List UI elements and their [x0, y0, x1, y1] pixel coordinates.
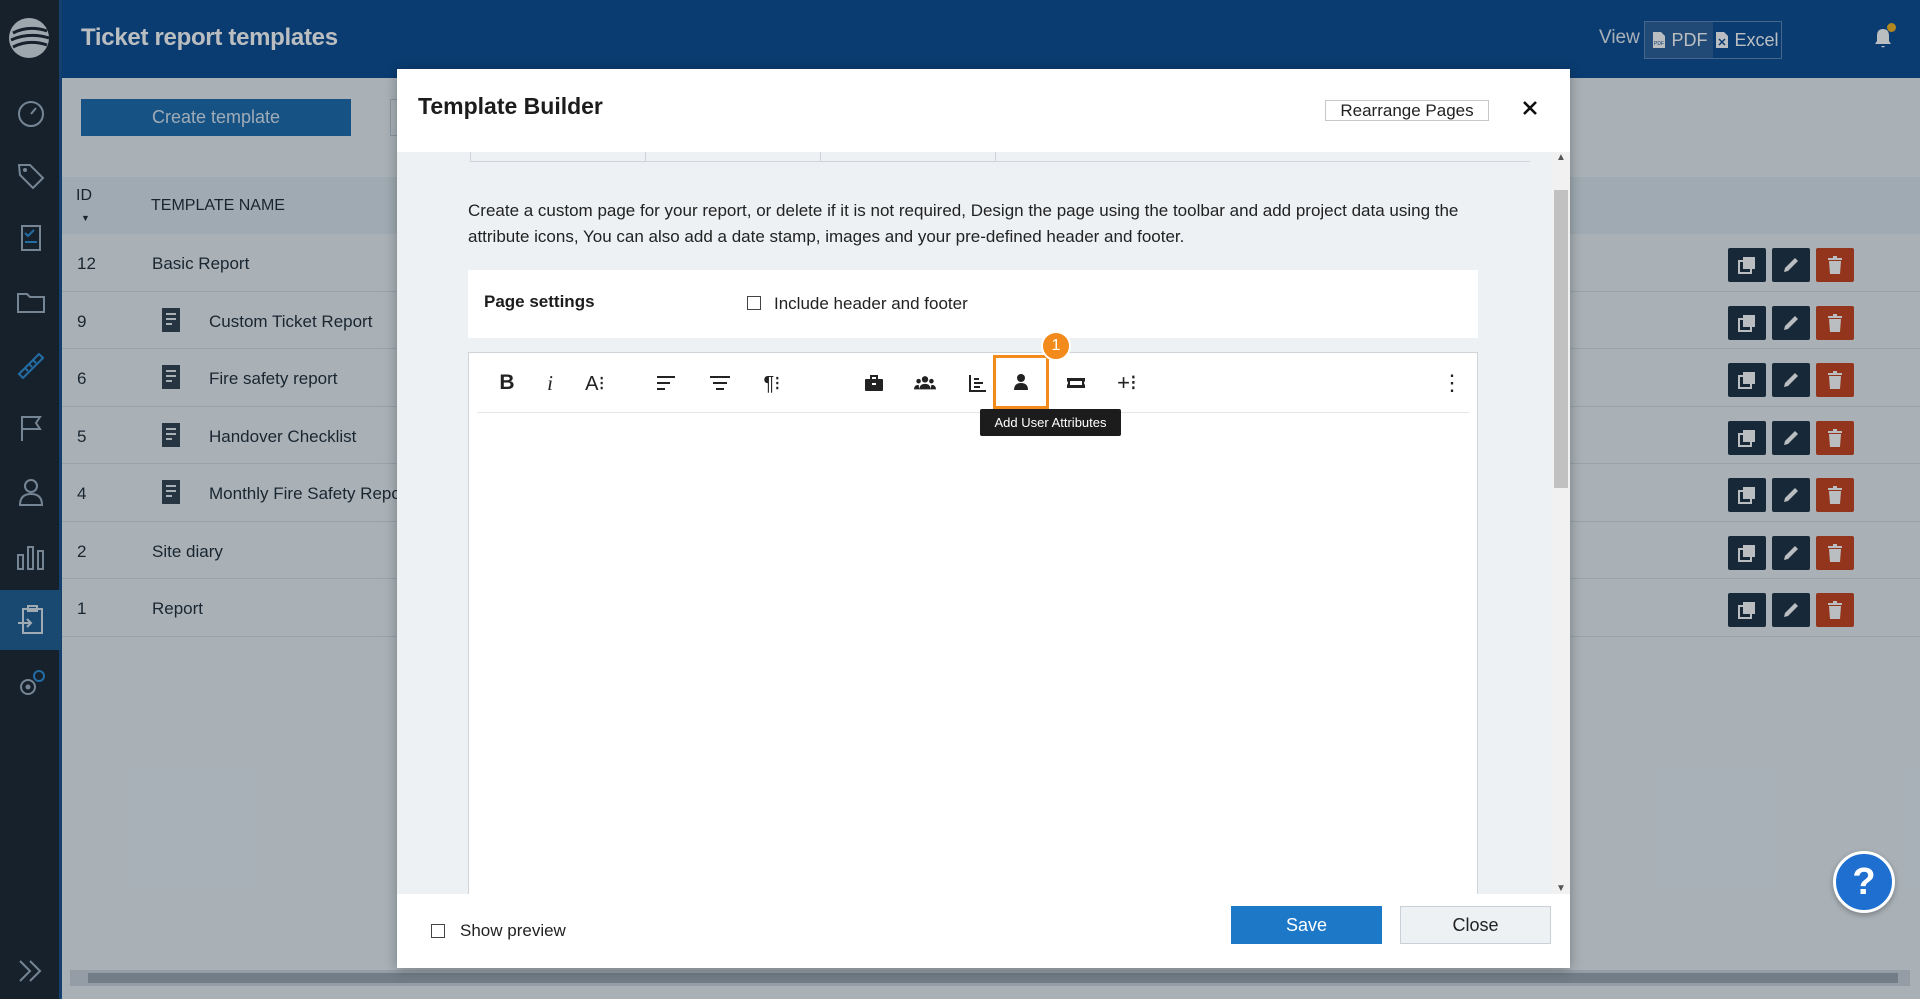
include-header-footer-checkbox[interactable] — [747, 296, 761, 310]
show-preview-checkbox[interactable] — [431, 924, 445, 938]
dialog-vertical-scrollbar[interactable]: ▲ ▼ — [1551, 152, 1570, 894]
show-preview-label[interactable]: Show preview — [460, 921, 566, 941]
rearrange-pages-button[interactable]: Rearrange Pages — [1325, 100, 1489, 121]
align-left-button[interactable] — [649, 367, 683, 399]
close-button[interactable]: Close — [1400, 906, 1551, 944]
scroll-up-arrow[interactable]: ▲ — [1556, 152, 1566, 163]
add-user-attributes-button[interactable] — [993, 355, 1049, 409]
dialog-footer: Show preview Save Close — [397, 894, 1570, 968]
include-header-footer-label[interactable]: Include header and footer — [774, 294, 968, 314]
page-settings-panel: Page settings Include header and footer — [468, 270, 1478, 338]
align-center-icon — [710, 376, 730, 390]
ticket-icon — [1067, 378, 1085, 388]
dialog-title: Template Builder — [418, 93, 603, 119]
chart-icon — [969, 375, 986, 392]
save-button[interactable]: Save — [1231, 906, 1382, 944]
align-center-button[interactable] — [703, 367, 737, 399]
paragraph-button[interactable]: ¶⁝ — [755, 367, 789, 399]
close-icon[interactable] — [1518, 96, 1542, 120]
editor-toolbar: B i A⁝ ¶⁝ +⁝ ⋮ — [477, 353, 1469, 413]
ticket-attributes-button[interactable] — [1059, 367, 1093, 399]
dialog-body: Create a custom page for your report, or… — [397, 152, 1551, 894]
help-button[interactable]: ? — [1833, 851, 1895, 913]
align-left-icon — [657, 376, 675, 390]
page-tab[interactable] — [470, 152, 646, 162]
group-attributes-button[interactable] — [908, 367, 942, 399]
dialog-scrollbar-thumb[interactable] — [1554, 190, 1568, 488]
briefcase-icon — [865, 375, 883, 391]
bold-button[interactable]: B — [490, 367, 524, 399]
tooltip: Add User Attributes — [980, 409, 1121, 436]
page-settings-label: Page settings — [484, 292, 595, 311]
builder-description: Create a custom page for your report, or… — [468, 201, 1459, 246]
font-size-button[interactable]: A⁝ — [578, 367, 612, 399]
chart-attributes-button[interactable] — [961, 367, 995, 399]
page-tabs — [470, 152, 1530, 162]
page-editor[interactable]: B i A⁝ ¶⁝ +⁝ ⋮ 1 Add User Attributes — [468, 331, 1478, 894]
scroll-down-arrow[interactable]: ▼ — [1556, 883, 1566, 894]
italic-button[interactable]: i — [533, 367, 567, 399]
insert-button[interactable]: +⁝ — [1110, 367, 1144, 399]
project-attributes-button[interactable] — [857, 367, 891, 399]
template-builder-dialog: Template Builder Rearrange Pages Create … — [397, 69, 1570, 968]
user-icon — [1014, 374, 1028, 390]
page-tab[interactable] — [820, 152, 996, 162]
step-badge: 1 — [1041, 331, 1071, 361]
more-options-button[interactable]: ⋮ — [1435, 367, 1469, 399]
users-group-icon — [914, 376, 936, 390]
